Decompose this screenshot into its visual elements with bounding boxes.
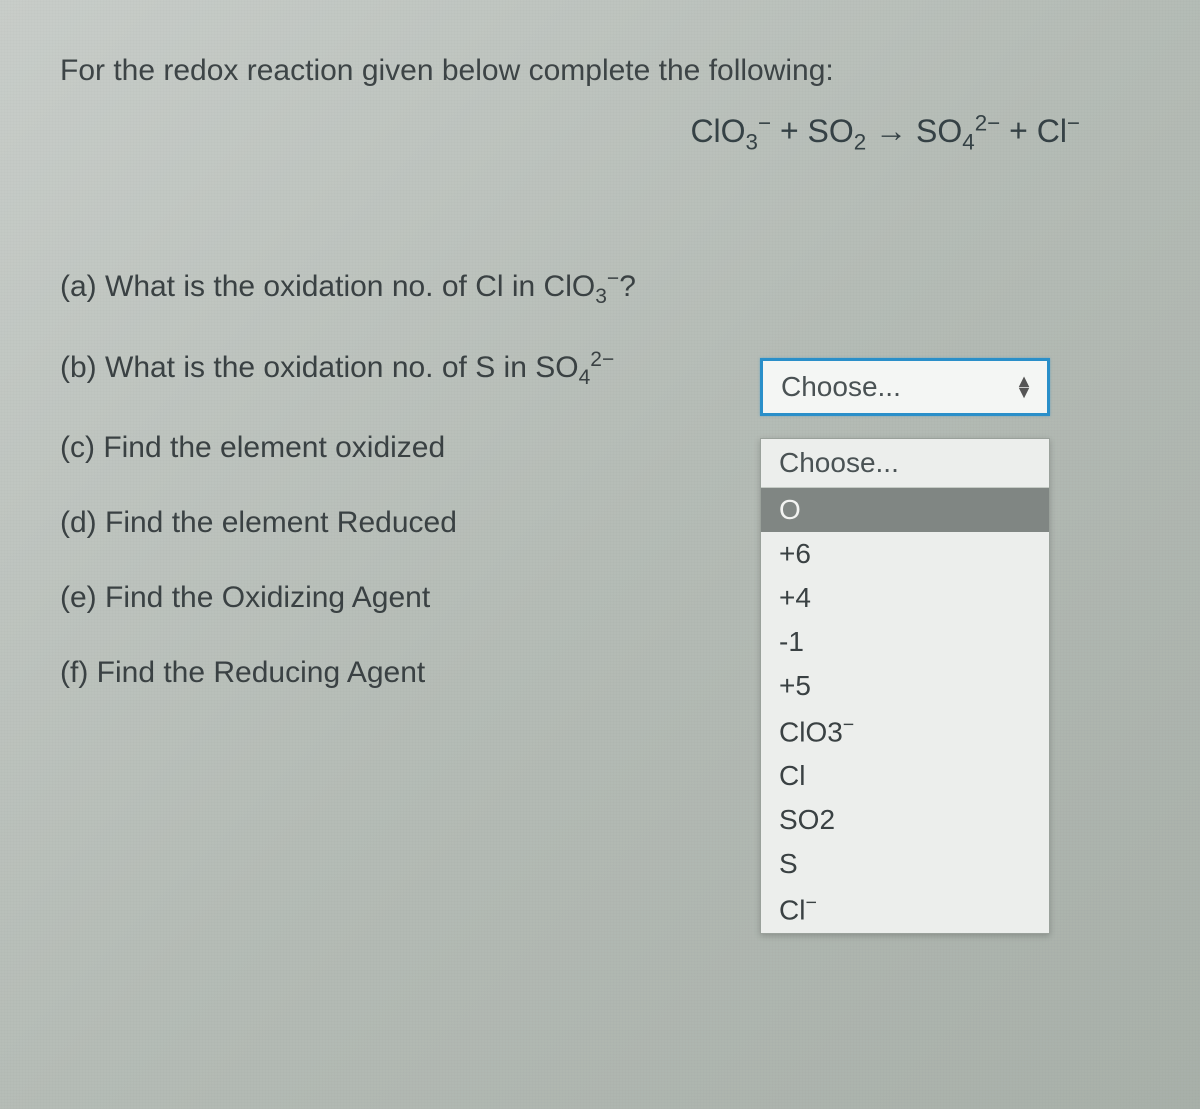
equation-product2: Cl− (1037, 113, 1080, 149)
dropdown-option-1[interactable]: +6 (761, 532, 1049, 576)
dropdown-option-5[interactable]: ClO3− (761, 708, 1049, 754)
question-d-label: (d) Find the element Reduced (60, 503, 457, 542)
dropdown-option-7[interactable]: SO2 (761, 798, 1049, 842)
equation-reactant1: ClO3− (690, 113, 771, 149)
question-e-label: (e) Find the Oxidizing Agent (60, 578, 430, 617)
dropdown-option-2[interactable]: +4 (761, 576, 1049, 620)
select-arrows-icon: ▲▼ (1015, 376, 1033, 398)
dropdown-header: Choose... (761, 439, 1049, 488)
dropdown-option-6[interactable]: Cl (761, 754, 1049, 798)
equation-product1: SO42− (916, 113, 1000, 149)
question-a: (a) What is the oxidation no. of Cl in C… (60, 265, 1140, 310)
question-b-label: (b) What is the oxidation no. of S in SO… (60, 346, 614, 391)
equation-reactant2: SO2 (808, 113, 867, 149)
question-intro: For the redox reaction given below compl… (60, 50, 1140, 92)
reaction-equation: ClO3− + SO2 → SO42− + Cl− (60, 110, 1140, 155)
question-f-label: (f) Find the Reducing Agent (60, 653, 425, 692)
dropdown-option-3[interactable]: -1 (761, 620, 1049, 664)
question-c-label: (c) Find the element oxidized (60, 428, 445, 467)
question-a-label: (a) What is the oxidation no. of Cl in C… (60, 265, 636, 310)
dropdown-option-0[interactable]: O (761, 488, 1049, 532)
select-placeholder: Choose... (781, 371, 901, 403)
answer-select-a[interactable]: Choose... ▲▼ (760, 358, 1050, 416)
dropdown-option-4[interactable]: +5 (761, 664, 1049, 708)
dropdown-option-9[interactable]: Cl− (761, 886, 1049, 932)
dropdown-option-8[interactable]: S (761, 842, 1049, 886)
answer-dropdown[interactable]: Choose... O +6 +4 -1 +5 ClO3− Cl SO2 S C… (760, 438, 1050, 934)
